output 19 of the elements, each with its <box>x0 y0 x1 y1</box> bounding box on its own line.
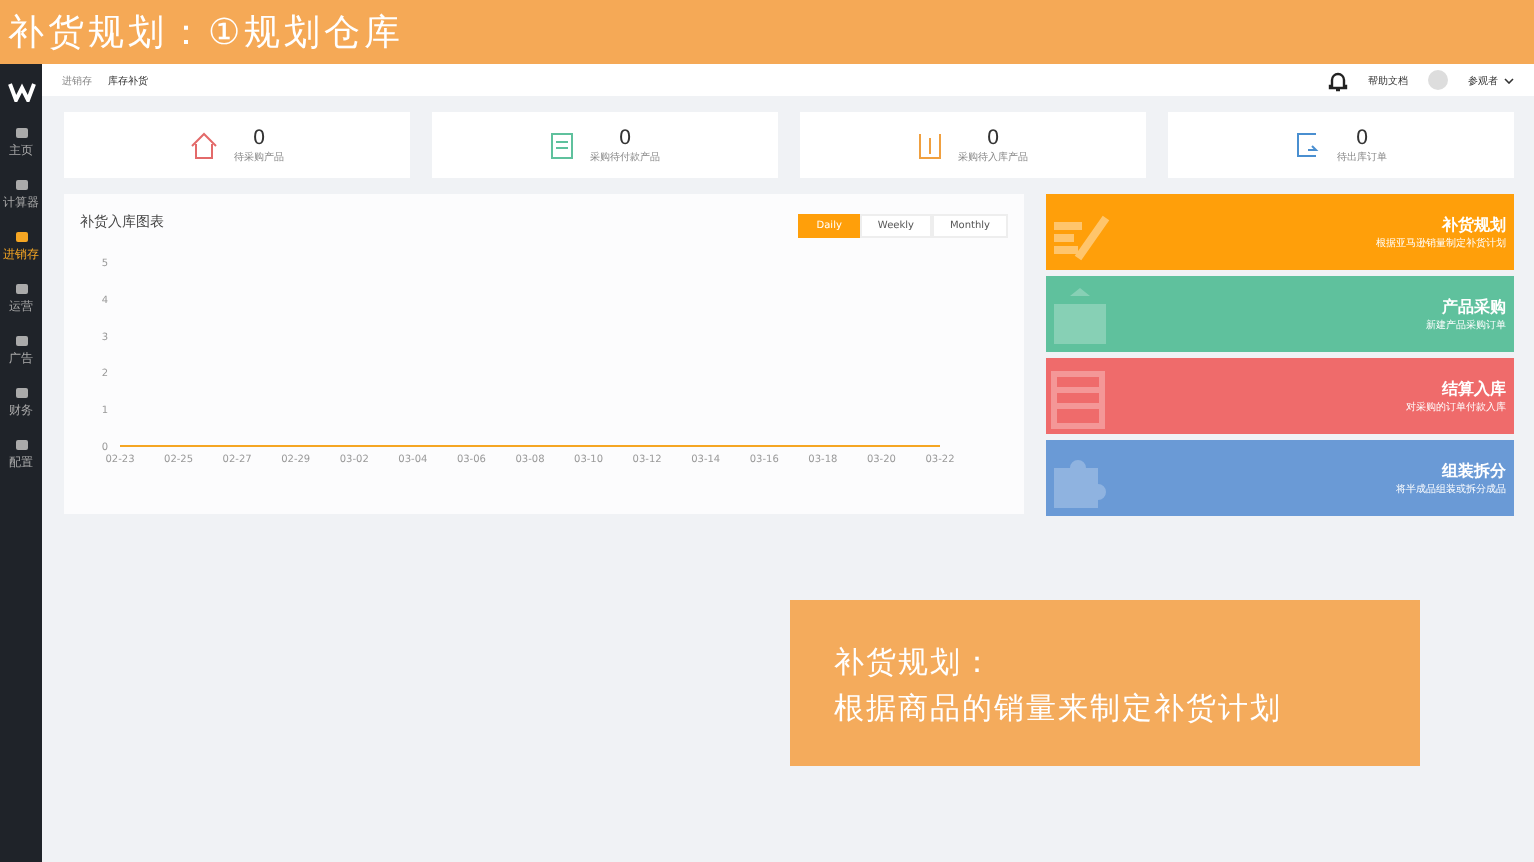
stat-value: 0 <box>618 127 632 149</box>
action-title: 结算入库 <box>1442 378 1506 400</box>
grid-icon <box>1050 370 1110 430</box>
stat-value: 0 <box>986 127 1000 149</box>
action-title: 组装拆分 <box>1442 460 1506 482</box>
stat-value: 0 <box>252 127 266 149</box>
return-icon <box>1295 132 1321 158</box>
caret-icon[interactable] <box>1504 77 1514 83</box>
bell-icon[interactable] <box>1328 69 1348 91</box>
callout-text: 根据商品的销量来制定补货计划 <box>834 690 1284 728</box>
banner-title: 补货规划：①规划仓库 <box>8 10 405 56</box>
stat-value: 0 <box>1355 127 1369 149</box>
house-icon <box>190 131 218 159</box>
box-icon <box>918 131 942 159</box>
callout-text: 补货规划： <box>834 644 996 682</box>
logo-icon <box>7 82 35 102</box>
action-title: 产品采购 <box>1442 296 1506 318</box>
document-icon <box>550 131 574 159</box>
action-title: 补货规划 <box>1442 214 1506 236</box>
